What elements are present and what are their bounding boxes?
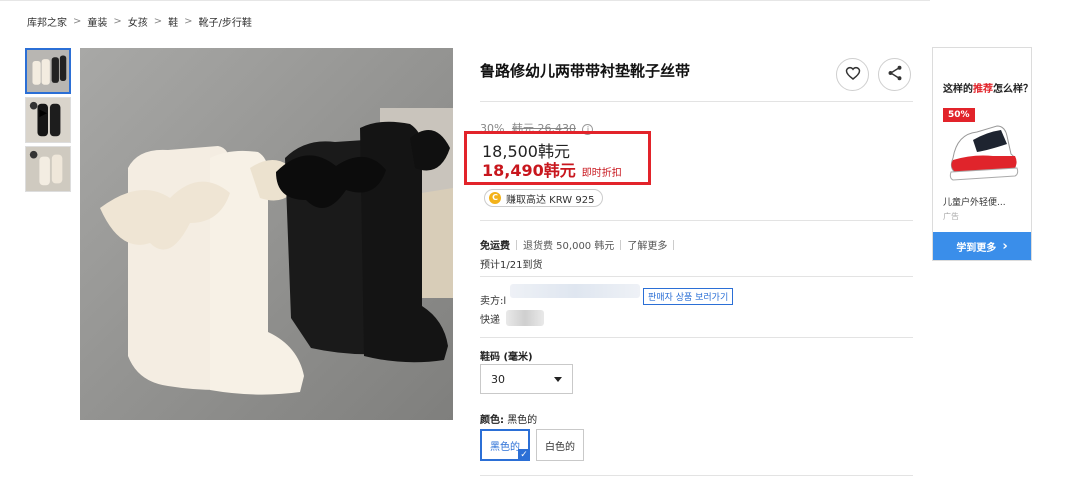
- reward-text: 赚取高达 KRW 925: [506, 194, 595, 206]
- rec-title-suffix: 怎么样？: [993, 84, 1032, 95]
- breadcrumb-kids-clothing[interactable]: 童装: [87, 14, 107, 29]
- color-option-label: 白色的: [545, 441, 575, 453]
- wishlist-button[interactable]: [836, 58, 869, 91]
- breadcrumb-boots[interactable]: 靴子/步行鞋: [199, 14, 252, 29]
- thumbnail-3[interactable]: [25, 146, 71, 192]
- seller-line: 卖方:l: [480, 292, 506, 307]
- rec-title-prefix: 这样的: [943, 84, 973, 95]
- size-value: 30: [491, 372, 505, 386]
- options-divider: [480, 475, 913, 476]
- heart-icon: [844, 64, 862, 86]
- sale-price-line: 18,490韩元 即时折扣: [482, 157, 622, 181]
- recommended-product-image[interactable]: [943, 118, 1023, 188]
- title-divider: [480, 101, 913, 102]
- color-label-value: 黑色的: [507, 415, 538, 426]
- checkmark-icon: ✓: [518, 449, 530, 461]
- discount-badge: 50%: [943, 108, 975, 122]
- shipping-divider: [480, 276, 913, 277]
- instant-discount-tag: 即时折扣: [581, 168, 622, 179]
- breadcrumb-home[interactable]: 库邦之家: [27, 14, 67, 29]
- reward-badge[interactable]: C 赚取高达 KRW 925: [484, 189, 604, 207]
- price-divider: [480, 220, 913, 221]
- size-label: 鞋码 (毫米): [480, 352, 533, 363]
- breadcrumb-separator: >: [113, 16, 122, 27]
- coin-icon: C: [489, 192, 501, 204]
- redacted-courier: [506, 310, 544, 326]
- seller-name[interactable]: l: [503, 296, 506, 307]
- shipping-info: 免运费 退货费 50,000 韩元 了解更多: [480, 237, 680, 252]
- separator: [516, 239, 517, 250]
- seller-label: 卖方:: [480, 296, 504, 307]
- learn-more-label: 学到更多: [956, 242, 997, 254]
- return-fee: 退货费 50,000 韩元: [523, 241, 615, 252]
- view-seller-products-button[interactable]: 판매자 상품 보러가기: [643, 288, 734, 305]
- main-product-image[interactable]: [80, 48, 453, 420]
- breadcrumb-separator: >: [184, 16, 193, 27]
- learn-more-button[interactable]: 学到更多 ›: [933, 232, 1031, 260]
- color-option-label: 黑色的: [490, 441, 520, 453]
- learn-more-link[interactable]: 了解更多: [627, 237, 667, 252]
- recommendation-title: 这样的推荐怎么样？: [943, 80, 1032, 95]
- caret-down-icon: [554, 376, 562, 382]
- share-icon: [886, 64, 904, 86]
- recommendation-card: 这样的推荐怎么样？ 50% 儿童户外轻便... 广告 学到更多 ›: [932, 47, 1032, 261]
- thumbnail-list: [25, 48, 71, 195]
- seller-divider: [480, 337, 913, 338]
- free-shipping-label: 免运费: [480, 241, 510, 252]
- thumbnail-2[interactable]: [25, 97, 71, 143]
- breadcrumb-shoes[interactable]: 鞋: [168, 14, 178, 29]
- separator: [673, 239, 675, 250]
- top-divider: [0, 0, 930, 1]
- express-label: 快递: [480, 315, 500, 326]
- color-label: 颜色: 黑色的: [480, 411, 537, 426]
- recommended-product-name[interactable]: 儿童户外轻便...: [943, 195, 1006, 208]
- breadcrumb-girls[interactable]: 女孩: [128, 14, 148, 29]
- breadcrumb-separator: >: [73, 16, 82, 27]
- share-button[interactable]: [878, 58, 911, 91]
- color-option-white[interactable]: 白色的: [536, 429, 584, 461]
- separator: [620, 239, 622, 250]
- redacted-seller-name: [510, 284, 640, 298]
- size-select[interactable]: 30: [480, 364, 573, 394]
- ad-label: 广告: [943, 212, 959, 221]
- color-label-prefix: 颜色:: [480, 415, 504, 426]
- breadcrumb-separator: >: [153, 16, 163, 27]
- rec-title-highlight: 推荐: [973, 84, 993, 95]
- delivery-eta: 预计1/21到货: [480, 260, 543, 271]
- chevron-right-icon: ›: [1002, 238, 1008, 254]
- product-title: 鲁路修幼儿两带带衬垫靴子丝带: [480, 62, 691, 80]
- breadcrumb: 库邦之家 > 童装 > 女孩 > 鞋 > 靴子/步行鞋: [27, 14, 252, 29]
- sale-price: 18,490韩元: [482, 161, 576, 180]
- thumbnail-1[interactable]: [25, 48, 71, 94]
- color-option-black[interactable]: 黑色的 ✓: [480, 429, 530, 461]
